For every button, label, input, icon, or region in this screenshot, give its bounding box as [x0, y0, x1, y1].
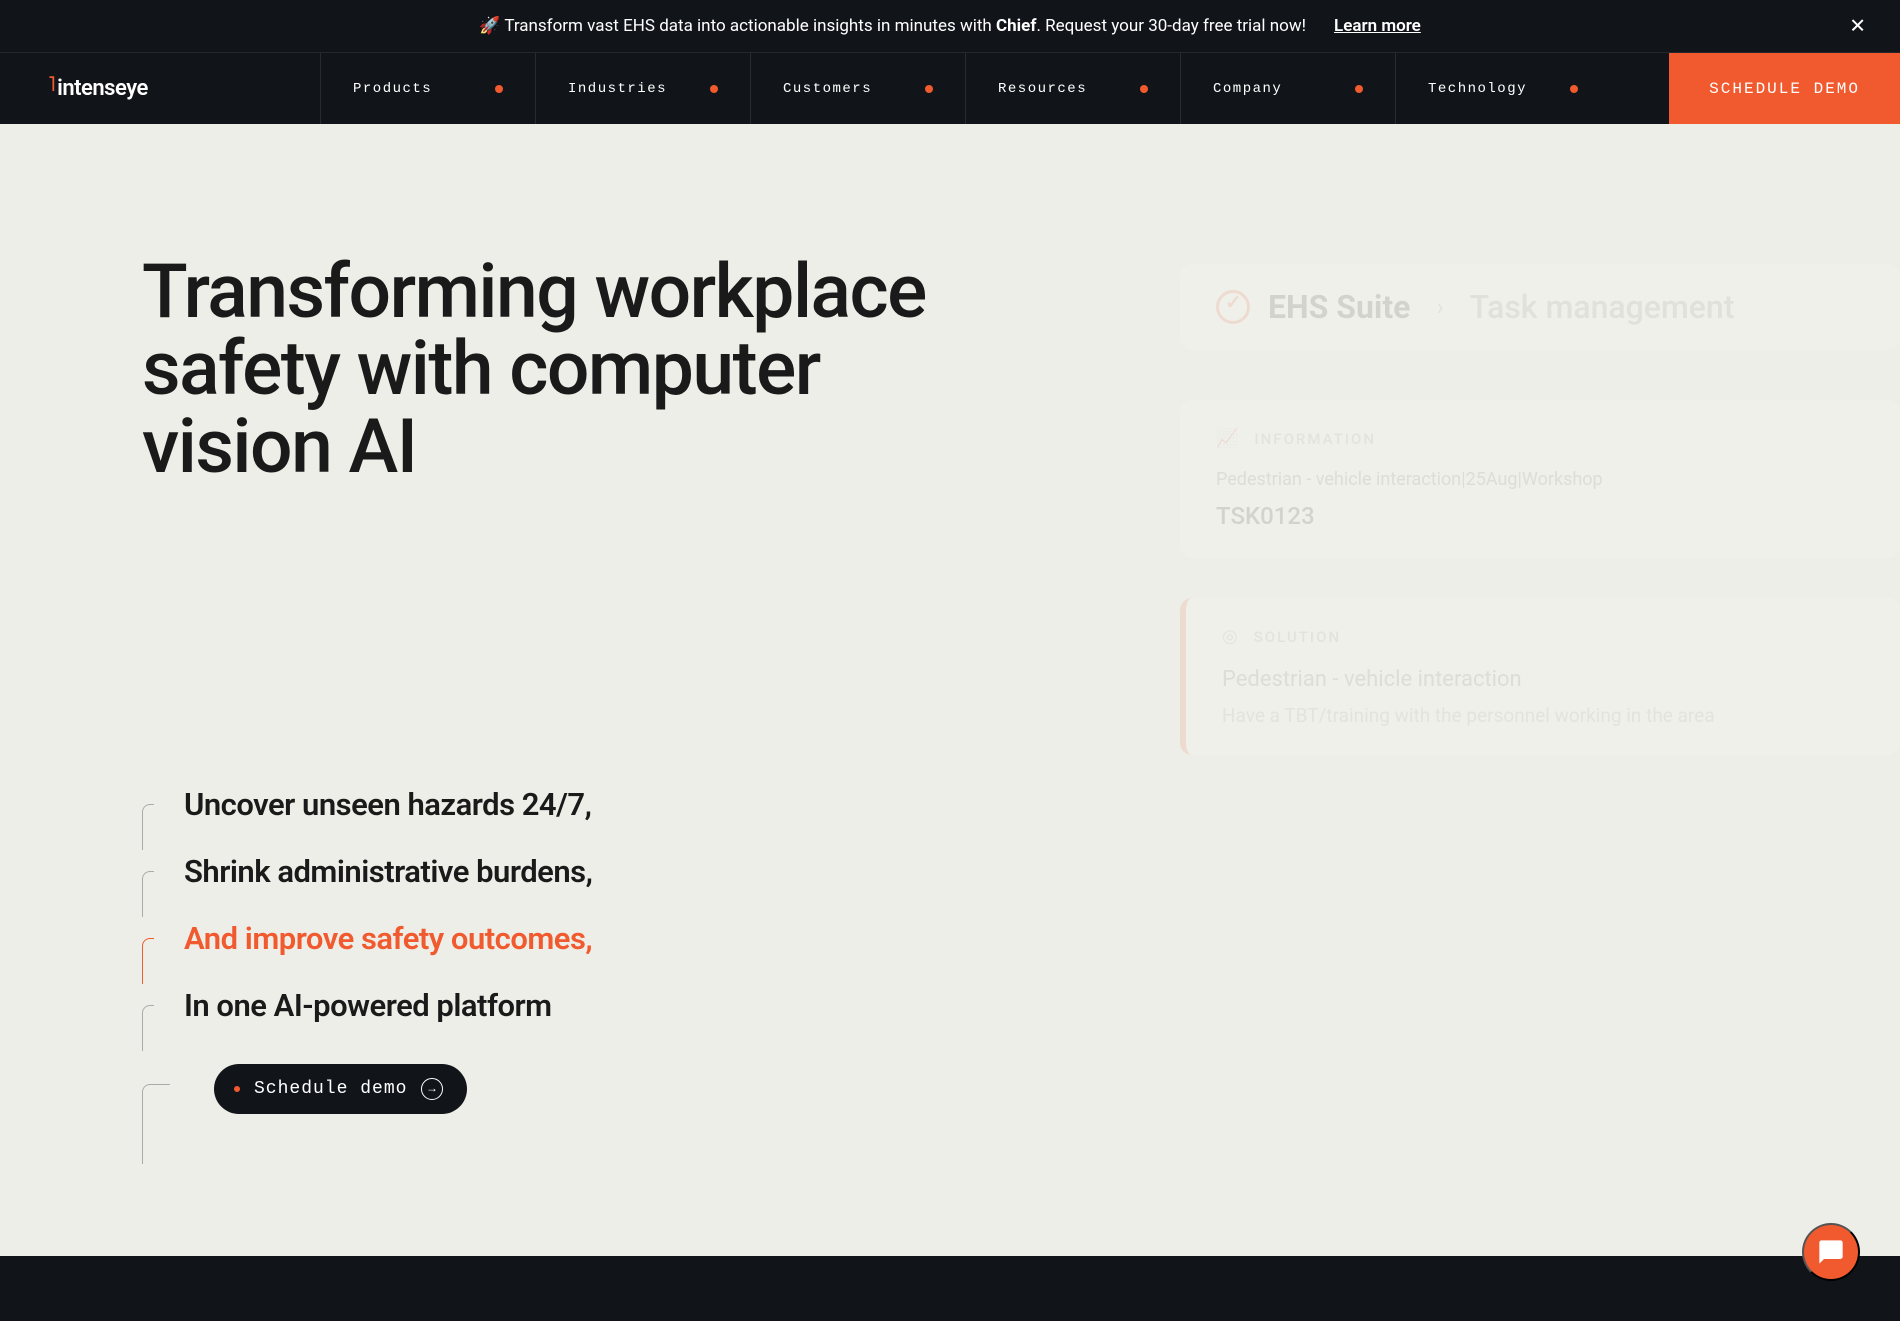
nav-item-label: Technology — [1428, 81, 1527, 97]
card-header: ◎ SOLUTION — [1222, 626, 1864, 647]
benefit-item: Shrink administrative burdens, — [184, 853, 972, 890]
nav-item-label: Company — [1213, 81, 1282, 97]
widget-info-card: 📈 INFORMATION Pedestrian - vehicle inter… — [1180, 400, 1900, 558]
announcement-bar: 🚀 Transform vast EHS data into actionabl… — [0, 0, 1900, 52]
benefit-text: Shrink administrative burdens, — [184, 853, 592, 890]
announcement-emoji: 🚀 — [479, 16, 500, 36]
schedule-demo-button[interactable]: Schedule demo → — [214, 1064, 467, 1114]
announcement-content: 🚀 Transform vast EHS data into actionabl… — [479, 16, 1421, 36]
info-card-line2: TSK0123 — [1216, 502, 1864, 530]
nav-item-products[interactable]: Products — [320, 53, 535, 124]
card-label: SOLUTION — [1254, 628, 1341, 646]
benefit-indicator-icon — [142, 938, 154, 984]
close-announcement-button[interactable]: ✕ — [1845, 10, 1870, 43]
nav-dot-icon — [710, 85, 718, 93]
main-nav: ˥ intenseye Products Industries Customer… — [0, 52, 1900, 124]
hero-section: Transforming workplace safety with compu… — [0, 124, 1900, 1250]
schedule-indicator-icon — [142, 1084, 170, 1164]
nav-item-label: Products — [353, 81, 432, 97]
check-circle-icon — [1216, 290, 1250, 324]
card-label: INFORMATION — [1254, 430, 1376, 448]
nav-dot-icon — [495, 85, 503, 93]
chat-icon — [1817, 1238, 1845, 1266]
benefit-indicator-icon — [142, 804, 154, 850]
info-card-line1: Pedestrian - vehicle interaction|25Aug|W… — [1216, 469, 1864, 490]
close-icon: ✕ — [1849, 16, 1866, 38]
widget-solution-card: ◎ SOLUTION Pedestrian - vehicle interact… — [1180, 598, 1900, 755]
logo-section[interactable]: ˥ intenseye — [0, 53, 320, 124]
widget-subtitle: Task management — [1470, 288, 1735, 326]
solution-card-text: Have a TBT/training with the personnel w… — [1222, 704, 1864, 727]
logo-text: intenseye — [57, 76, 148, 101]
nav-item-resources[interactable]: Resources — [965, 53, 1180, 124]
schedule-demo-nav-button[interactable]: SCHEDULE DEMO — [1669, 53, 1900, 124]
learn-more-link[interactable]: Learn more — [1334, 16, 1421, 36]
hero-widget-preview: EHS Suite › Task management 📈 INFORMATIO… — [1180, 264, 1900, 795]
bottom-bar — [0, 1256, 1900, 1321]
nav-dot-icon — [1570, 85, 1578, 93]
nav-item-customers[interactable]: Customers — [750, 53, 965, 124]
schedule-button-label: Schedule demo — [254, 1079, 407, 1099]
arrow-right-icon: → — [421, 1078, 443, 1100]
schedule-button-wrapper: Schedule demo → — [184, 1064, 972, 1114]
benefit-item: Uncover unseen hazards 24/7, — [184, 786, 972, 823]
benefit-text: In one AI-powered platform — [184, 987, 552, 1024]
target-icon: ◎ — [1222, 626, 1238, 647]
announcement-text-before: Transform vast EHS data into actionable … — [504, 16, 996, 36]
widget-header: EHS Suite › Task management — [1180, 264, 1900, 350]
card-header: 📈 INFORMATION — [1216, 428, 1864, 449]
nav-item-label: Industries — [568, 81, 667, 97]
announcement-text-bold: Chief — [996, 16, 1036, 36]
benefit-indicator-icon — [142, 1005, 154, 1051]
announcement-text-after: . Request your 30-day free trial now! — [1036, 16, 1306, 36]
hero-title: Transforming workplace safety with compu… — [142, 254, 972, 486]
widget-title: EHS Suite — [1268, 288, 1410, 326]
hero-left: Transforming workplace safety with compu… — [142, 254, 972, 1250]
button-dot-icon — [234, 1086, 240, 1092]
nav-item-technology[interactable]: Technology — [1395, 53, 1610, 124]
chat-widget-button[interactable] — [1802, 1223, 1860, 1281]
nav-dot-icon — [1355, 85, 1363, 93]
benefits-list: Uncover unseen hazards 24/7, Shrink admi… — [142, 786, 972, 1114]
logo: ˥ intenseye — [48, 76, 148, 101]
benefit-text: Uncover unseen hazards 24/7, — [184, 786, 591, 823]
nav-dot-icon — [1140, 85, 1148, 93]
benefit-item: And improve safety outcomes, — [184, 920, 972, 957]
nav-item-company[interactable]: Company — [1180, 53, 1395, 124]
nav-item-label: Customers — [783, 81, 872, 97]
nav-item-industries[interactable]: Industries — [535, 53, 750, 124]
solution-card-title: Pedestrian - vehicle interaction — [1222, 667, 1864, 692]
benefit-item: In one AI-powered platform — [184, 987, 972, 1024]
nav-items: Products Industries Customers Resources … — [320, 53, 1669, 124]
announcement-text: Transform vast EHS data into actionable … — [504, 16, 1306, 36]
benefit-text: And improve safety outcomes, — [184, 920, 592, 957]
chart-line-icon: 📈 — [1216, 428, 1238, 449]
logo-mark-icon: ˥ — [48, 72, 55, 97]
benefit-indicator-icon — [142, 871, 154, 917]
nav-dot-icon — [925, 85, 933, 93]
chevron-right-icon: › — [1436, 293, 1443, 321]
nav-item-label: Resources — [998, 81, 1087, 97]
